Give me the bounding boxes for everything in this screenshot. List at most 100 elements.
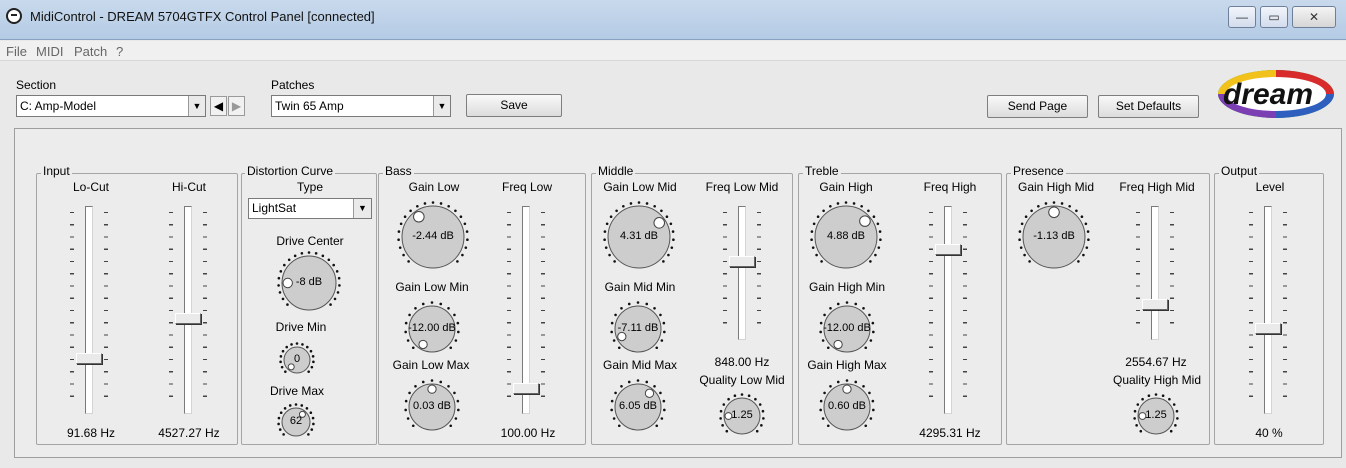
gain-high-min-value: -12.00 dB bbox=[823, 322, 871, 334]
close-button[interactable]: ✕ bbox=[1292, 6, 1336, 28]
locut-slider[interactable] bbox=[70, 206, 110, 414]
output-group-title: Output bbox=[1219, 164, 1260, 178]
gain-low-mid-knob[interactable]: 4.31 dB bbox=[602, 200, 676, 274]
freq-high-value: 4295.31 Hz bbox=[919, 426, 981, 440]
menu-midi[interactable]: MIDI bbox=[36, 44, 63, 59]
gain-mid-min-value: -7.11 dB bbox=[617, 322, 659, 334]
freq-high-slider[interactable] bbox=[929, 206, 969, 414]
locut-value: 91.68 Hz bbox=[66, 426, 116, 440]
locut-label: Lo-Cut bbox=[72, 180, 110, 194]
freq-low-label: Freq Low bbox=[501, 180, 553, 194]
gain-low-mid-value: 4.31 dB bbox=[620, 230, 658, 242]
chevron-down-icon: ▼ bbox=[188, 96, 205, 116]
quality-high-mid-label: Quality High Mid bbox=[1112, 373, 1202, 387]
slider-thumb[interactable] bbox=[175, 313, 201, 324]
menu-file[interactable]: File bbox=[6, 44, 27, 59]
set-defaults-button[interactable]: Set Defaults bbox=[1098, 95, 1199, 118]
gain-low-max-value: 0.03 dB bbox=[413, 400, 451, 412]
gain-high-max-label: Gain High Max bbox=[807, 358, 887, 372]
menu-patch[interactable]: Patch bbox=[74, 44, 107, 59]
drive-center-knob[interactable]: -8 dB bbox=[276, 250, 342, 316]
gain-mid-max-value: 6.05 dB bbox=[619, 400, 657, 412]
gain-high-max-knob[interactable]: 0.60 dB bbox=[818, 378, 876, 436]
gain-high-min-label: Gain High Min bbox=[808, 280, 886, 294]
chevron-down-icon: ▼ bbox=[353, 199, 371, 218]
menu-bar: File MIDI Patch ? bbox=[0, 41, 1346, 61]
gain-high-mid-value: -1.13 dB bbox=[1033, 230, 1075, 242]
output-level-slider[interactable] bbox=[1249, 206, 1289, 414]
output-level-value: 40 % bbox=[1255, 426, 1283, 440]
gain-low-min-value: -12.00 dB bbox=[408, 322, 456, 334]
quality-low-mid-value: 1.25 bbox=[731, 409, 753, 421]
patches-label: Patches bbox=[271, 78, 315, 92]
gain-high-max-value: 0.60 dB bbox=[828, 400, 866, 412]
slider-thumb[interactable] bbox=[1255, 323, 1281, 334]
hicut-label: Hi-Cut bbox=[171, 180, 206, 194]
gain-high-mid-knob[interactable]: -1.13 dB bbox=[1017, 200, 1091, 274]
presence-group-title: Presence bbox=[1011, 164, 1066, 178]
gain-high-min-knob[interactable]: -12.00 dB bbox=[818, 300, 876, 358]
type-select[interactable]: LightSat ▼ bbox=[248, 198, 372, 219]
gain-low-min-knob[interactable]: -12.00 dB bbox=[403, 300, 461, 358]
menu-help[interactable]: ? bbox=[116, 44, 123, 59]
treble-group-title: Treble bbox=[803, 164, 841, 178]
gain-low-value: -2.44 dB bbox=[412, 230, 454, 242]
slider-thumb[interactable] bbox=[513, 383, 539, 394]
freq-low-mid-label: Freq Low Mid bbox=[705, 180, 779, 194]
gain-low-label: Gain Low bbox=[408, 180, 460, 194]
gain-low-mid-label: Gain Low Mid bbox=[603, 180, 677, 194]
freq-high-label: Freq High bbox=[923, 180, 977, 194]
section-label: Section bbox=[16, 78, 57, 92]
quality-high-mid-knob[interactable]: 1.25 bbox=[1132, 392, 1180, 440]
distortion-group-title: Distortion Curve bbox=[245, 164, 336, 178]
drive-max-value: 62 bbox=[289, 415, 303, 427]
logo-text: dream bbox=[1223, 78, 1313, 111]
patches-select[interactable]: Twin 65 Amp ▼ bbox=[271, 95, 451, 117]
slider-thumb[interactable] bbox=[76, 353, 102, 364]
quality-high-mid-value: 1.25 bbox=[1145, 409, 1167, 421]
gain-mid-min-knob[interactable]: -7.11 dB bbox=[609, 300, 667, 358]
gain-mid-min-label: Gain Mid Min bbox=[604, 280, 676, 294]
type-label: Type bbox=[296, 180, 323, 194]
type-value: LightSat bbox=[252, 201, 297, 215]
minimize-button[interactable]: — bbox=[1228, 6, 1256, 28]
window-title: MidiControl - DREAM 5704GTFX Control Pan… bbox=[30, 9, 375, 24]
gain-high-mid-label: Gain High Mid bbox=[1017, 180, 1095, 194]
quality-low-mid-knob[interactable]: 1.25 bbox=[718, 392, 766, 440]
bass-group-title: Bass bbox=[383, 164, 414, 178]
drive-center-value: -8 dB bbox=[295, 276, 323, 288]
chevron-down-icon: ▼ bbox=[433, 96, 450, 116]
gain-low-min-label: Gain Low Min bbox=[395, 280, 469, 294]
gain-high-value: 4.88 dB bbox=[827, 230, 865, 242]
freq-high-mid-value: 2554.67 Hz bbox=[1125, 355, 1187, 369]
section-select[interactable]: C: Amp-Model ▼ bbox=[16, 95, 206, 117]
slider-thumb[interactable] bbox=[729, 256, 755, 267]
gain-low-max-knob[interactable]: 0.03 dB bbox=[403, 378, 461, 436]
quality-low-mid-label: Quality Low Mid bbox=[699, 373, 785, 387]
gain-mid-max-knob[interactable]: 6.05 dB bbox=[609, 378, 667, 436]
input-group-title: Input bbox=[41, 164, 72, 178]
hicut-value: 4527.27 Hz bbox=[158, 426, 220, 440]
freq-high-mid-label: Freq High Mid bbox=[1119, 180, 1195, 194]
send-page-button[interactable]: Send Page bbox=[987, 95, 1088, 118]
drive-center-label: Drive Center bbox=[276, 234, 344, 248]
freq-low-slider[interactable] bbox=[507, 206, 547, 414]
gain-high-knob[interactable]: 4.88 dB bbox=[809, 200, 883, 274]
freq-low-mid-slider[interactable] bbox=[723, 206, 763, 340]
drive-min-value: 0 bbox=[293, 353, 301, 365]
freq-low-value: 100.00 Hz bbox=[500, 426, 556, 440]
save-button[interactable]: Save bbox=[466, 94, 562, 117]
next-section-button[interactable]: ▶ bbox=[228, 96, 245, 116]
slider-thumb[interactable] bbox=[1142, 299, 1168, 310]
drive-min-knob[interactable]: 0 bbox=[278, 341, 316, 379]
freq-high-mid-slider[interactable] bbox=[1136, 206, 1176, 340]
title-bar: MidiControl - DREAM 5704GTFX Control Pan… bbox=[0, 0, 1346, 40]
patches-value: Twin 65 Amp bbox=[275, 99, 344, 113]
gain-low-knob[interactable]: -2.44 dB bbox=[396, 200, 470, 274]
drive-max-knob[interactable]: 62 bbox=[276, 402, 316, 442]
maximize-button[interactable]: ▭ bbox=[1260, 6, 1288, 28]
slider-thumb[interactable] bbox=[935, 244, 961, 255]
prev-section-button[interactable]: ◀ bbox=[210, 96, 227, 116]
hicut-slider[interactable] bbox=[169, 206, 209, 414]
gain-low-max-label: Gain Low Max bbox=[392, 358, 470, 372]
